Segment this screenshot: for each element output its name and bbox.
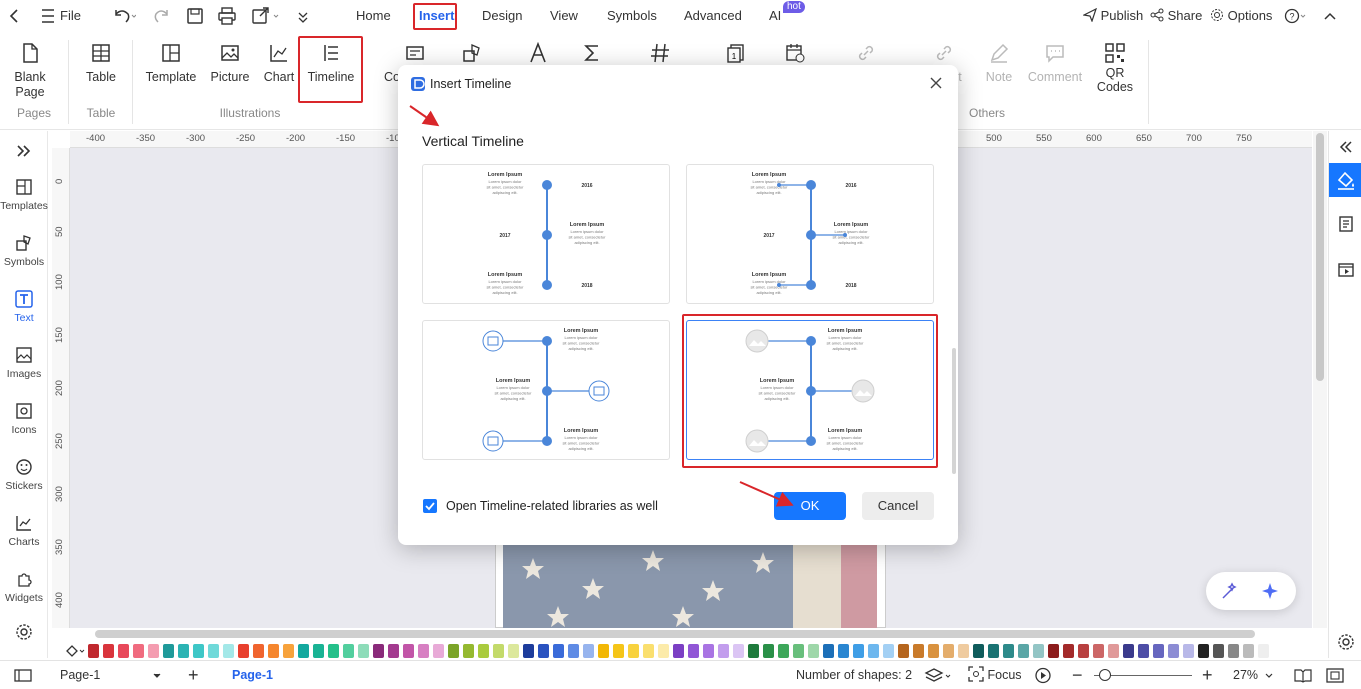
event-1-text: sit amet, consectetur	[563, 341, 601, 346]
timeline-template-3[interactable]: Lorem Ipsum Lorem ipsum dolor sit amet, co…	[422, 320, 670, 460]
close-icon[interactable]	[929, 76, 943, 93]
event-3-text: Lorem ipsum dolor	[564, 435, 598, 440]
timeline-node	[542, 280, 552, 290]
connector-dot	[777, 283, 781, 287]
libraries-checkbox[interactable]	[423, 499, 437, 513]
event-3-text: sit amet, consectetur	[563, 441, 601, 446]
event-1-text: adipiscing elit.	[492, 190, 517, 195]
event-2-title: Lorem Ipsum	[834, 222, 869, 228]
event-1-text: adipiscing elit.	[756, 190, 781, 195]
event-3-text: Lorem ipsum dolor	[488, 279, 522, 284]
event-1-text: Lorem ipsum dolor	[488, 179, 522, 184]
badge-icon	[482, 430, 504, 452]
dialog-scrollbar[interactable]	[952, 348, 956, 474]
cancel-button[interactable]: Cancel	[862, 492, 934, 520]
ok-button[interactable]: OK	[774, 492, 846, 520]
event-1-text: Lorem ipsum dolor	[752, 179, 786, 184]
insert-timeline-dialog: Insert Timeline Vertical Timeline Lorem …	[398, 65, 958, 545]
event-3-title: Lorem Ipsum	[488, 272, 523, 278]
event-2-text: Lorem ipsum dolor	[834, 229, 868, 234]
timeline-template-2[interactable]: Lorem Ipsum Lorem ipsum dolor sit amet, co…	[686, 164, 934, 304]
timeline-node	[542, 180, 552, 190]
selected-template-highlight	[682, 314, 938, 468]
connector-dot	[777, 183, 781, 187]
connector-dot	[843, 233, 847, 237]
year-label: 2016	[581, 183, 592, 189]
year-label: 2018	[581, 283, 592, 289]
event-3-text: sit amet, consectetur	[487, 285, 525, 290]
event-2-title: Lorem Ipsum	[570, 222, 605, 228]
event-1-title: Lorem Ipsum	[752, 172, 787, 178]
event-1-text: sit amet, consectetur	[487, 185, 525, 190]
event-3-text: adipiscing elit.	[568, 446, 593, 451]
checkmark-icon	[425, 502, 435, 511]
section-title: Vertical Timeline	[422, 133, 524, 149]
year-label: 2017	[499, 233, 510, 239]
event-2-text: Lorem ipsum dolor	[570, 229, 604, 234]
event-2-title: Lorem Ipsum	[496, 378, 531, 384]
timeline-node	[542, 230, 552, 240]
event-1-text: adipiscing elit.	[568, 346, 593, 351]
event-3-text: adipiscing elit.	[492, 290, 517, 295]
year-label: 2017	[763, 233, 774, 239]
event-2-text: adipiscing elit.	[574, 240, 599, 245]
event-3-text: Lorem ipsum dolor	[752, 279, 786, 284]
event-2-text: Lorem ipsum dolor	[496, 385, 530, 390]
event-2-text: sit amet, consectetur	[569, 235, 607, 240]
libraries-checkbox-label[interactable]: Open Timeline-related libraries as well	[446, 499, 658, 513]
event-1-title: Lorem Ipsum	[488, 172, 523, 178]
timeline-app-icon	[411, 77, 425, 94]
event-1-text: Lorem ipsum dolor	[564, 335, 598, 340]
event-1-title: Lorem Ipsum	[564, 328, 599, 334]
year-label: 2016	[845, 183, 856, 189]
event-3-title: Lorem Ipsum	[752, 272, 787, 278]
badge-icon	[588, 380, 610, 402]
badge-icon	[482, 330, 504, 352]
dialog-title: Insert Timeline	[430, 77, 512, 91]
event-2-text: adipiscing elit.	[500, 396, 525, 401]
year-label: 2018	[845, 283, 856, 289]
event-3-title: Lorem Ipsum	[564, 428, 599, 434]
timeline-template-1[interactable]: Lorem Ipsum Lorem ipsum dolor sit amet, co…	[422, 164, 670, 304]
event-3-text: adipiscing elit.	[756, 290, 781, 295]
event-2-text: adipiscing elit.	[838, 240, 863, 245]
event-2-text: sit amet, consectetur	[495, 391, 533, 396]
